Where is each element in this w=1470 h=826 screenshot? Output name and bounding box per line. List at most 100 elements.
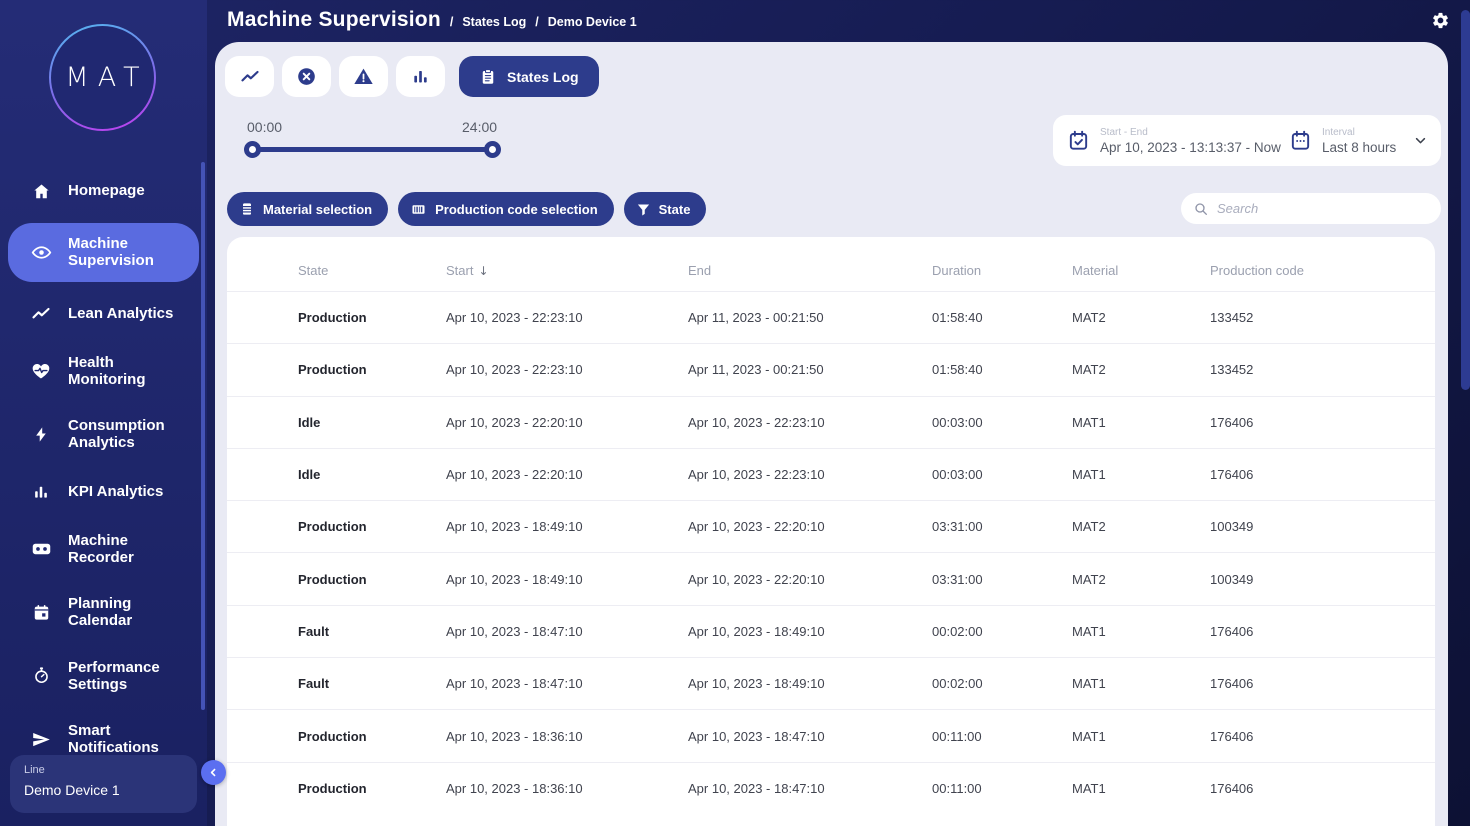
column-header-state[interactable]: State: [298, 263, 446, 278]
slider-handle-start[interactable]: [244, 141, 261, 158]
production-code-cell: 176406: [1210, 467, 1435, 482]
state-filter-button[interactable]: State: [624, 192, 707, 226]
tab-warnings[interactable]: [339, 56, 388, 97]
end-cell: Apr 10, 2023 - 18:49:10: [688, 624, 932, 639]
cassette-icon: [30, 538, 52, 559]
production-code-cell: 176406: [1210, 676, 1435, 691]
eye-icon: [30, 242, 52, 263]
end-cell: Apr 11, 2023 - 00:21:50: [688, 362, 932, 377]
slider-handle-end[interactable]: [484, 141, 501, 158]
column-header-material[interactable]: Material: [1072, 263, 1210, 278]
start-cell: Apr 10, 2023 - 18:49:10: [446, 519, 688, 534]
production-code-selection-button[interactable]: Production code selection: [398, 192, 614, 226]
sidebar-item-performance-settings[interactable]: Performance Settings: [8, 651, 199, 702]
duration-cell: 03:31:00: [932, 519, 1072, 534]
column-header-end[interactable]: End: [688, 263, 932, 278]
material-cell: MAT1: [1072, 467, 1210, 482]
table-row[interactable]: Production Apr 10, 2023 - 18:36:10 Apr 1…: [227, 762, 1435, 814]
duration-cell: 01:58:40: [932, 362, 1072, 377]
end-cell: Apr 10, 2023 - 22:20:10: [688, 519, 932, 534]
state-cell: Idle: [298, 467, 446, 482]
sidebar-item-label: Planning Calendar: [68, 595, 187, 630]
state-cell: Production: [298, 572, 446, 587]
state-cell: Fault: [298, 624, 446, 639]
table-row[interactable]: Production Apr 10, 2023 - 18:49:10 Apr 1…: [227, 500, 1435, 552]
state-cell: Production: [298, 519, 446, 534]
end-cell: Apr 10, 2023 - 18:47:10: [688, 781, 932, 796]
tab-bar-stats[interactable]: [396, 56, 445, 97]
filter-bar: Material selection Production code selec…: [227, 192, 706, 226]
tab-faults[interactable]: [282, 56, 331, 97]
table-row[interactable]: Production Apr 10, 2023 - 22:23:10 Apr 1…: [227, 343, 1435, 395]
calendar-icon: [30, 603, 52, 622]
breadcrumb-section[interactable]: States Log: [462, 15, 526, 29]
sidebar-item-lean-analytics[interactable]: Lean Analytics: [8, 295, 199, 333]
material-cell: MAT2: [1072, 310, 1210, 325]
search-input[interactable]: [1217, 201, 1429, 216]
table-row[interactable]: Idle Apr 10, 2023 - 22:20:10 Apr 10, 202…: [227, 396, 1435, 448]
interval-label: Interval: [1322, 127, 1396, 138]
date-pickers: Start - End Apr 10, 2023 - 13:13:37 - No…: [1053, 115, 1441, 166]
end-cell: Apr 11, 2023 - 00:21:50: [688, 310, 932, 325]
material-cell: MAT1: [1072, 624, 1210, 639]
production-code-cell: 176406: [1210, 415, 1435, 430]
column-header-production-code[interactable]: Production code: [1210, 263, 1435, 278]
barcode-icon: [410, 201, 427, 218]
column-header-duration[interactable]: Duration: [932, 263, 1072, 278]
home-icon: [30, 182, 52, 201]
sidebar-item-label: Homepage: [68, 182, 145, 199]
table-row[interactable]: Idle Apr 10, 2023 - 22:20:10 Apr 10, 202…: [227, 448, 1435, 500]
sidebar-item-label: Smart Notifications: [68, 722, 187, 757]
duration-cell: 01:58:40: [932, 310, 1072, 325]
chevron-down-icon[interactable]: [1412, 132, 1429, 149]
sidebar-item-health-monitoring[interactable]: Health Monitoring: [8, 346, 199, 397]
state-cell: Production: [298, 310, 446, 325]
settings-gear-icon[interactable]: [1431, 11, 1450, 30]
sidebar-item-kpi-analytics[interactable]: KPI Analytics: [8, 473, 199, 511]
calendar-check-icon: [1067, 129, 1090, 152]
page-scrollbar[interactable]: [1461, 10, 1470, 390]
sidebar-item-machine-recorder[interactable]: Machine Recorder: [8, 524, 199, 575]
stopwatch-icon: [30, 666, 52, 685]
table-row[interactable]: Production Apr 10, 2023 - 18:49:10 Apr 1…: [227, 552, 1435, 604]
sidebar-item-consumption-analytics[interactable]: Consumption Analytics: [8, 409, 199, 460]
tab-states-log[interactable]: States Log: [459, 56, 599, 97]
start-cell: Apr 10, 2023 - 18:36:10: [446, 729, 688, 744]
device-card[interactable]: Line Demo Device 1: [10, 755, 197, 813]
start-end-value: Apr 10, 2023 - 13:13:37 - Now: [1100, 140, 1281, 155]
table-row[interactable]: Production Apr 10, 2023 - 18:36:10 Apr 1…: [227, 709, 1435, 761]
breadcrumb-device[interactable]: Demo Device 1: [548, 15, 637, 29]
table-row[interactable]: Fault Apr 10, 2023 - 18:47:10 Apr 10, 20…: [227, 657, 1435, 709]
interval-picker[interactable]: Interval Last 8 hours: [1275, 115, 1443, 166]
duration-cell: 00:11:00: [932, 729, 1072, 744]
sidebar-scrollbar[interactable]: [201, 162, 205, 710]
production-code-cell: 133452: [1210, 310, 1435, 325]
material-cell: MAT1: [1072, 676, 1210, 691]
duration-cell: 00:02:00: [932, 676, 1072, 691]
column-header-start[interactable]: Start↓: [446, 263, 688, 278]
sidebar-item-machine-supervision[interactable]: Machine Supervision: [8, 223, 199, 282]
duration-cell: 00:03:00: [932, 467, 1072, 482]
table-row[interactable]: Fault Apr 10, 2023 - 18:47:10 Apr 10, 20…: [227, 605, 1435, 657]
table-row[interactable]: Production Apr 10, 2023 - 22:23:10 Apr 1…: [227, 291, 1435, 343]
x-circle-icon: [296, 66, 317, 87]
states-log-table: State Start↓ End Duration Material Produ…: [227, 237, 1435, 826]
duration-cell: 00:11:00: [932, 781, 1072, 796]
start-cell: Apr 10, 2023 - 22:23:10: [446, 362, 688, 377]
start-cell: Apr 10, 2023 - 22:20:10: [446, 467, 688, 482]
send-icon: [30, 729, 52, 750]
production-code-cell: 133452: [1210, 362, 1435, 377]
start-end-picker[interactable]: Start - End Apr 10, 2023 - 13:13:37 - No…: [1053, 115, 1275, 166]
duration-cell: 03:31:00: [932, 572, 1072, 587]
material-selection-button[interactable]: Material selection: [227, 192, 388, 226]
sidebar-item-homepage[interactable]: Homepage: [8, 172, 199, 210]
tab-trend-chart[interactable]: [225, 56, 274, 97]
search-box: [1181, 193, 1441, 224]
sidebar-item-label: Lean Analytics: [68, 305, 173, 322]
sidebar-collapse-button[interactable]: [201, 760, 226, 785]
chevron-left-icon: [207, 766, 220, 779]
sidebar-item-planning-calendar[interactable]: Planning Calendar: [8, 587, 199, 638]
table-body: Production Apr 10, 2023 - 22:23:10 Apr 1…: [227, 291, 1435, 814]
slider-track[interactable]: [252, 147, 493, 152]
end-cell: Apr 10, 2023 - 22:20:10: [688, 572, 932, 587]
